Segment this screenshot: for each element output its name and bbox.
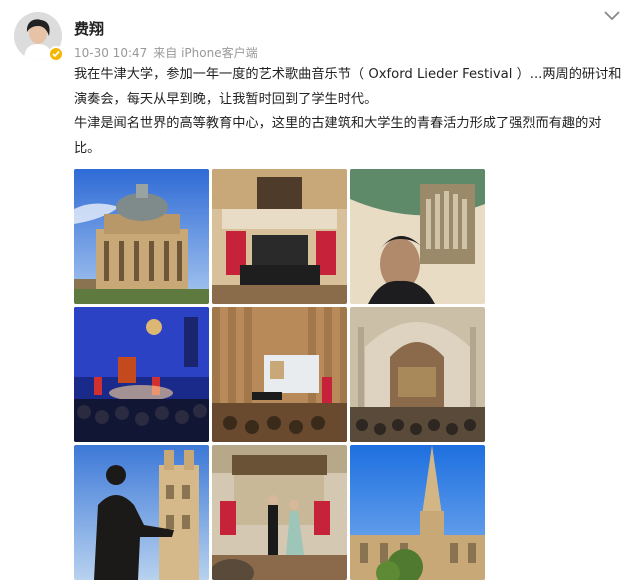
author-name[interactable]: 费翔: [74, 18, 104, 39]
duet-performance-photo[interactable]: [212, 445, 347, 580]
post-meta: 10-30 10:47 来自 iPhone客户端: [74, 44, 258, 61]
blue-hall-concert-photo[interactable]: [74, 307, 209, 442]
image-grid: [74, 169, 485, 581]
festival-stage-photo[interactable]: [212, 169, 347, 304]
verified-badge-icon: [48, 46, 64, 62]
post-paragraph: 我在牛津大学，参加一年一度的艺术歌曲音乐节（ Oxford Lieder Fes…: [74, 67, 622, 107]
post-timestamp[interactable]: 10-30 10:47: [74, 46, 147, 60]
radcliffe-camera-photo[interactable]: [74, 169, 209, 304]
recital-hall-photo[interactable]: [212, 307, 347, 442]
chapel-concert-photo[interactable]: [350, 307, 485, 442]
post-paragraph: 牛津是闻名世界的高等教育中心，这里的古建筑和大学生的青春活力形成了强烈而有趣的对…: [74, 116, 602, 156]
organ-selfie-photo[interactable]: [350, 169, 485, 304]
post-source: 来自 iPhone客户端: [153, 46, 258, 60]
statue-silhouette-photo[interactable]: [74, 445, 209, 580]
church-spire-photo[interactable]: [350, 445, 485, 580]
post-text: 我在牛津大学，参加一年一度的艺术歌曲音乐节（ Oxford Lieder Fes…: [74, 63, 624, 161]
chevron-down-icon[interactable]: [602, 8, 622, 24]
